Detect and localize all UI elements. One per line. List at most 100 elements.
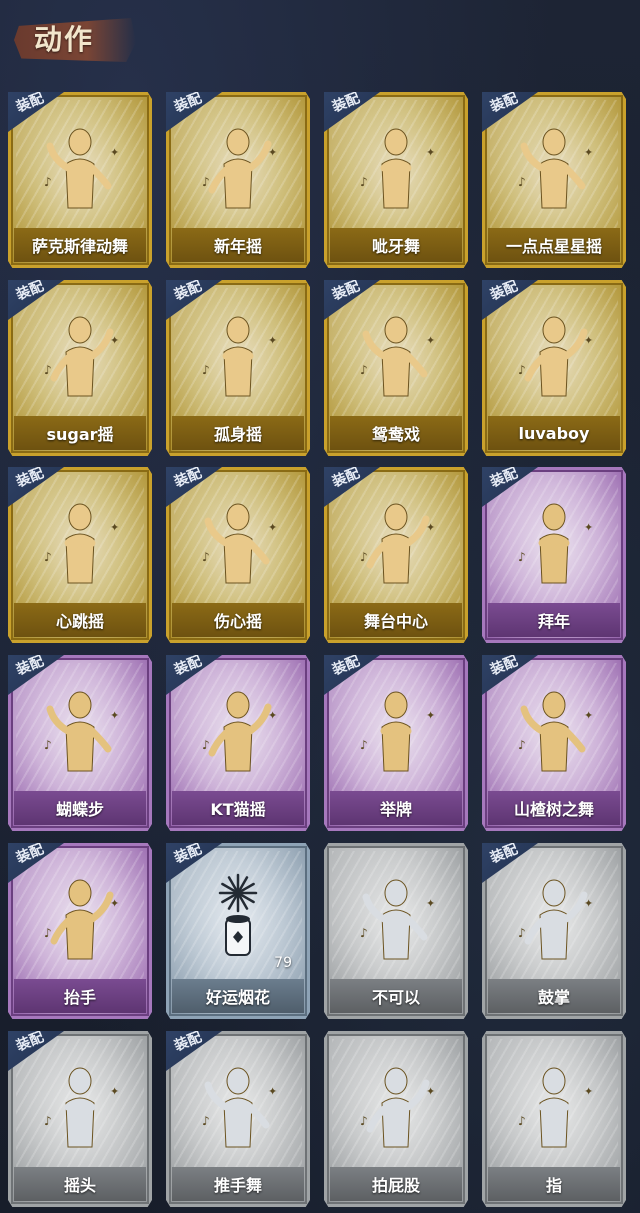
action-card[interactable]: ♪ ✦ 鼓掌 装配 xyxy=(482,843,626,1019)
svg-text:♪: ♪ xyxy=(202,550,210,564)
action-label: 指 xyxy=(488,1167,620,1201)
action-card[interactable]: ♪ ✦ 新年摇 装配 xyxy=(166,92,310,268)
action-label: 鼓掌 xyxy=(488,979,620,1013)
svg-text:♪: ♪ xyxy=(518,926,526,940)
svg-text:✦: ✦ xyxy=(426,1085,435,1098)
action-card[interactable]: ♪ ✦ 心跳摇 装配 xyxy=(8,467,152,643)
firework-icon xyxy=(188,867,288,967)
action-card[interactable]: ♪ ✦ 拜年 装配 xyxy=(482,467,626,643)
action-label: KT猫摇 xyxy=(172,791,304,825)
action-card[interactable]: ♪ ✦ 一点点星星摇 装配 xyxy=(482,92,626,268)
svg-text:♪: ♪ xyxy=(44,738,52,752)
action-card[interactable]: ♪ ✦ 山楂树之舞 装配 xyxy=(482,655,626,831)
action-card[interactable]: ♪ ✦ 指 xyxy=(482,1031,626,1207)
action-card[interactable]: ♪ ✦ 推手舞 装配 xyxy=(166,1031,310,1207)
raise-hand-icon: ♪ ✦ xyxy=(30,867,130,967)
action-card[interactable]: ♪ ✦ luvaboy 装配 xyxy=(482,280,626,456)
svg-text:♪: ♪ xyxy=(360,363,368,377)
action-card[interactable]: ♪ ✦ 摇头 装配 xyxy=(8,1031,152,1207)
svg-text:♪: ♪ xyxy=(360,175,368,189)
action-card[interactable]: ♪ ✦ 不可以 xyxy=(324,843,468,1019)
butterfly-step-icon: ♪ ✦ xyxy=(30,679,130,779)
svg-text:♪: ♪ xyxy=(360,926,368,940)
push-hand-dance-icon: ♪ ✦ xyxy=(188,1055,288,1155)
svg-text:✦: ✦ xyxy=(584,1085,593,1098)
svg-text:✦: ✦ xyxy=(110,1085,119,1098)
action-card[interactable]: ♪ ✦ sugar摇 装配 xyxy=(8,280,152,456)
action-label: 鸳鸯戏 xyxy=(330,416,462,450)
star-shake-icon: ♪ ✦ xyxy=(504,116,604,216)
svg-text:♪: ♪ xyxy=(518,175,526,189)
svg-text:♪: ♪ xyxy=(518,1114,526,1128)
action-label: 蝴蝶步 xyxy=(14,791,146,825)
action-card[interactable]: ♪ ✦ 抬手 装配 xyxy=(8,843,152,1019)
svg-text:✦: ✦ xyxy=(584,897,593,910)
action-label: 萨克斯律动舞 xyxy=(14,228,146,262)
pointing-hand-icon: ♪ ✦ xyxy=(504,1055,604,1155)
action-card[interactable]: ♪ ✦ 蝴蝶步 装配 xyxy=(8,655,152,831)
duet-dance-icon: ♪ ✦ xyxy=(346,304,446,404)
svg-text:✦: ✦ xyxy=(584,334,593,347)
solo-dance-icon: ♪ ✦ xyxy=(188,304,288,404)
svg-text:✦: ✦ xyxy=(426,334,435,347)
svg-text:✦: ✦ xyxy=(268,521,277,534)
hold-sign-icon: ♪ ✦ xyxy=(346,679,446,779)
svg-text:✦: ✦ xyxy=(110,146,119,159)
svg-text:♪: ♪ xyxy=(44,363,52,377)
svg-text:♪: ♪ xyxy=(44,926,52,940)
action-card[interactable]: ♪ ✦ 伤心摇 装配 xyxy=(166,467,310,643)
action-card[interactable]: ♪ ✦ KT猫摇 装配 xyxy=(166,655,310,831)
action-label: 推手舞 xyxy=(172,1167,304,1201)
svg-text:✦: ✦ xyxy=(584,146,593,159)
action-label: 新年摇 xyxy=(172,228,304,262)
svg-text:✦: ✦ xyxy=(426,146,435,159)
action-label: 举牌 xyxy=(330,791,462,825)
svg-text:♪: ♪ xyxy=(360,550,368,564)
svg-text:♪: ♪ xyxy=(44,550,52,564)
svg-text:✦: ✦ xyxy=(426,897,435,910)
action-label: 好运烟花 xyxy=(172,979,304,1013)
svg-text:✦: ✦ xyxy=(110,334,119,347)
sugar-dance-icon: ♪ ✦ xyxy=(30,304,130,404)
action-card[interactable]: ♪ ✦ 拍屁股 xyxy=(324,1031,468,1207)
svg-text:♪: ♪ xyxy=(202,738,210,752)
svg-text:✦: ✦ xyxy=(268,1085,277,1098)
svg-text:♪: ♪ xyxy=(202,175,210,189)
svg-text:♪: ♪ xyxy=(360,1114,368,1128)
action-card[interactable]: ♪ ✦ 鸳鸯戏 装配 xyxy=(324,280,468,456)
svg-text:✦: ✦ xyxy=(268,334,277,347)
svg-text:♪: ♪ xyxy=(44,1114,52,1128)
luvaboy-dance-icon: ♪ ✦ xyxy=(504,304,604,404)
action-label: 拜年 xyxy=(488,603,620,637)
action-label: 舞台中心 xyxy=(330,603,462,637)
action-label: 山楂树之舞 xyxy=(488,791,620,825)
clap-icon: ♪ ✦ xyxy=(504,867,604,967)
slap-butt-icon: ♪ ✦ xyxy=(346,1055,446,1155)
action-label: 抬手 xyxy=(14,979,146,1013)
svg-text:✦: ✦ xyxy=(426,709,435,722)
action-card[interactable]: ♪ ✦ 举牌 装配 xyxy=(324,655,468,831)
action-label: sugar摇 xyxy=(14,416,146,450)
action-card[interactable]: ♪ ✦ 呲牙舞 装配 xyxy=(324,92,468,268)
action-card[interactable]: 79 好运烟花 装配 xyxy=(166,843,310,1019)
action-card[interactable]: ♪ ✦ 舞台中心 装配 xyxy=(324,467,468,643)
action-card[interactable]: ♪ ✦ 萨克斯律动舞 装配 xyxy=(8,92,152,268)
action-label: 摇头 xyxy=(14,1167,146,1201)
head-shake-icon: ♪ ✦ xyxy=(30,1055,130,1155)
svg-text:♪: ♪ xyxy=(202,1114,210,1128)
svg-text:♪: ♪ xyxy=(360,738,368,752)
svg-text:✦: ✦ xyxy=(268,709,277,722)
action-label: 孤身摇 xyxy=(172,416,304,450)
action-label: luvaboy xyxy=(488,416,620,450)
svg-text:♪: ♪ xyxy=(518,738,526,752)
saxophone-dancer-icon: ♪ ✦ xyxy=(30,116,130,216)
item-count: 79 xyxy=(274,955,292,971)
svg-text:✦: ✦ xyxy=(584,709,593,722)
heartbeat-dance-icon: ♪ ✦ xyxy=(30,491,130,591)
action-label: 不可以 xyxy=(330,979,462,1013)
action-card[interactable]: ♪ ✦ 孤身摇 装配 xyxy=(166,280,310,456)
page-title: 动作 xyxy=(34,23,95,56)
action-label: 一点点星星摇 xyxy=(488,228,620,262)
new-year-dancer-icon: ♪ ✦ xyxy=(188,116,288,216)
cat-dance-icon: ♪ ✦ xyxy=(188,679,288,779)
